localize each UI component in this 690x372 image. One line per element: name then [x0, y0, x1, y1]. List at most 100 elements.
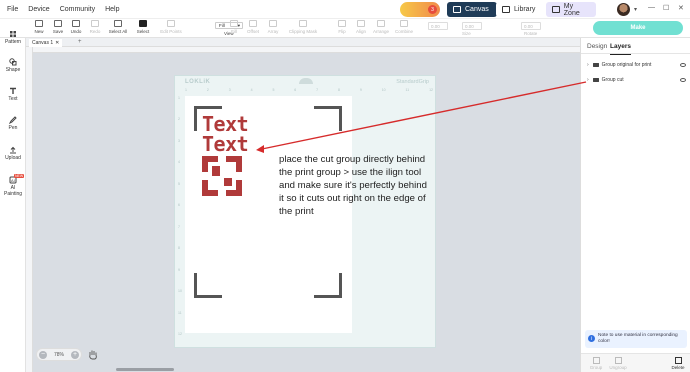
- zoom-in-button[interactable]: +: [70, 350, 79, 359]
- size-height-input[interactable]: 0.00: [462, 22, 482, 30]
- nav-canvas[interactable]: Canvas: [447, 2, 497, 17]
- toolbar: New Save Undo Redo Select All Select Edi…: [0, 19, 690, 38]
- sidebar-shape-label: Shape: [5, 67, 21, 73]
- registration-mark-bottom-right: [314, 273, 342, 298]
- sidebar-item-ai-painting[interactable]: AI NEW AI Painting: [0, 174, 26, 197]
- chevron-down-icon[interactable]: ▾: [634, 6, 637, 13]
- mat-scale-number: 12: [429, 88, 433, 92]
- sidebar-item-pen[interactable]: Pen: [0, 116, 26, 131]
- size-width-input[interactable]: 0.00: [428, 22, 448, 30]
- menu-help[interactable]: Help: [105, 6, 119, 13]
- group-button[interactable]: Group: [585, 357, 607, 370]
- zoom-control: − 78% +: [36, 348, 82, 361]
- annotation-text: place the cut group directly behind the …: [279, 154, 427, 217]
- tab-design[interactable]: Design: [587, 43, 607, 50]
- promo-banner[interactable]: 3: [400, 2, 440, 17]
- mat-scale-number: 6: [294, 88, 297, 92]
- undo-button[interactable]: Undo: [66, 20, 86, 34]
- sidebar-pattern-label: Pattern: [4, 39, 22, 45]
- delete-button[interactable]: Delete: [667, 357, 689, 370]
- arrange-button[interactable]: Arrange: [371, 20, 391, 34]
- design-text-1[interactable]: Text: [202, 114, 249, 134]
- design-shape-center: [212, 166, 220, 176]
- flip-label: Flip: [338, 29, 346, 34]
- close-icon[interactable]: ✕: [678, 4, 684, 12]
- folder-icon: [592, 63, 599, 67]
- new-icon: [35, 20, 43, 27]
- design-shape-group[interactable]: [202, 156, 244, 198]
- offset-button[interactable]: Offset: [243, 20, 263, 34]
- menu-file[interactable]: File: [7, 6, 18, 13]
- mat-top-scale: 1 2 3 4 5 6 7 8 9 10 11 12: [185, 88, 433, 92]
- tab-canvas-1[interactable]: Canvas 1 ✕: [29, 39, 63, 47]
- sidebar-item-upload[interactable]: Upload: [0, 146, 26, 161]
- canvas-tab-strip: Canvas 1 ✕ +: [26, 38, 580, 47]
- sidebar-item-shape[interactable]: Shape: [0, 58, 26, 73]
- align-label: Align: [355, 29, 366, 34]
- eye-icon[interactable]: [680, 63, 686, 67]
- right-panel: Design Layers › Group original for print…: [580, 38, 690, 372]
- align-button[interactable]: Align: [351, 20, 371, 34]
- array-button[interactable]: Array: [263, 20, 283, 34]
- mat-scale-number: 2: [206, 88, 209, 92]
- delete-label: Delete: [671, 365, 685, 370]
- nav-library[interactable]: Library: [496, 2, 546, 17]
- undo-label: Undo: [70, 29, 82, 34]
- avatar[interactable]: [617, 3, 630, 16]
- arrange-label: Arrange: [372, 29, 389, 34]
- mat-scale-number: 5: [272, 88, 275, 92]
- registration-mark-bottom-left: [194, 273, 222, 298]
- canvas-icon: [453, 6, 461, 13]
- rotate-label: Rotate: [524, 31, 538, 36]
- menu-community[interactable]: Community: [60, 6, 95, 13]
- mat-scale-number: 8: [338, 88, 340, 92]
- chevron-right-icon[interactable]: ›: [587, 62, 589, 68]
- combine-button[interactable]: Combine: [394, 20, 414, 34]
- chevron-right-icon[interactable]: ›: [587, 77, 589, 83]
- combine-icon: [400, 20, 408, 27]
- select-button[interactable]: Select: [133, 20, 153, 34]
- mat-scale-number: 9: [178, 267, 180, 272]
- upload-icon: [10, 146, 16, 154]
- edit-points-button[interactable]: Edit Points: [158, 20, 184, 34]
- horizontal-scrollbar[interactable]: [116, 368, 174, 371]
- eye-icon[interactable]: [680, 78, 686, 82]
- clipping-mask-button[interactable]: Clipping Mask: [288, 20, 318, 34]
- layer-row[interactable]: › Group cut: [581, 74, 690, 86]
- fill-button[interactable]: Fill: [224, 20, 244, 34]
- myzone-icon: [552, 6, 560, 13]
- layer-name: Group original for print: [601, 62, 652, 68]
- ungroup-button[interactable]: Ungroup: [607, 357, 629, 370]
- redo-button[interactable]: Redo: [85, 20, 105, 34]
- sidebar-item-pattern[interactable]: Pattern: [0, 30, 26, 45]
- save-button[interactable]: Save: [48, 20, 68, 34]
- make-button[interactable]: Make: [593, 21, 683, 35]
- sidebar-upload-label: Upload: [5, 155, 21, 161]
- design-text-2[interactable]: Text: [202, 134, 249, 154]
- right-panel-tabs: Design Layers: [581, 38, 690, 55]
- flip-button[interactable]: Flip: [332, 20, 352, 34]
- tab-canvas-1-label: Canvas 1: [32, 40, 54, 46]
- tab-layers[interactable]: Layers: [610, 43, 631, 55]
- mat-scale-number: 7: [178, 224, 180, 229]
- zoom-out-button[interactable]: −: [39, 350, 47, 359]
- menu-device[interactable]: Device: [28, 6, 49, 13]
- layer-name: Group cut: [601, 77, 624, 83]
- combine-label: Combine: [394, 29, 413, 34]
- layer-row[interactable]: › Group original for print: [581, 59, 690, 71]
- minimize-icon[interactable]: —: [648, 4, 655, 11]
- close-icon[interactable]: ✕: [55, 40, 59, 46]
- edit-points-icon: [167, 20, 175, 27]
- add-tab-button[interactable]: +: [78, 39, 82, 45]
- sidebar-item-text[interactable]: Text: [0, 87, 26, 102]
- hand-icon[interactable]: [88, 349, 98, 360]
- maximize-icon[interactable]: ☐: [663, 4, 669, 12]
- select-all-button[interactable]: Select All: [108, 20, 128, 34]
- ungroup-label: Ungroup: [609, 365, 627, 370]
- new-button[interactable]: New: [29, 20, 49, 34]
- svg-text:AI: AI: [11, 178, 15, 183]
- rotate-input[interactable]: 0.00: [521, 22, 541, 30]
- mat-left-scale: 1 2 3 4 5 6 7 8 9 10 11 12: [178, 96, 182, 336]
- select-all-icon: [114, 20, 122, 27]
- nav-myzone[interactable]: My Zone: [546, 2, 596, 17]
